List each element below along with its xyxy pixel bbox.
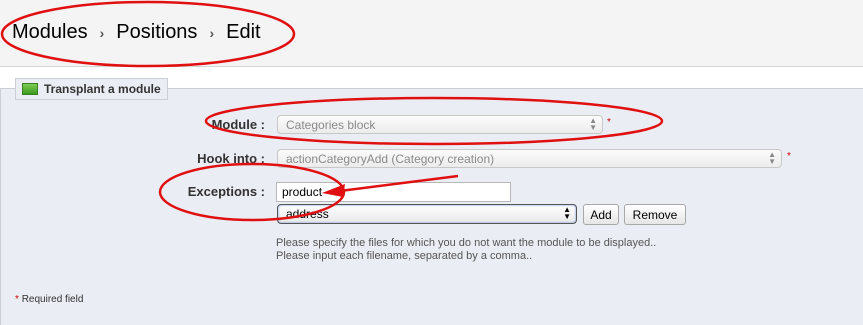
hook-select-value: actionCategoryAdd (Category creation): [286, 152, 495, 166]
remove-button[interactable]: Remove: [624, 204, 686, 225]
help-text-line-2: Please input each filename, separated by…: [276, 250, 533, 262]
panel-title: Transplant a module: [44, 82, 161, 96]
exceptions-file-select[interactable]: address ▲ ▼: [277, 204, 577, 224]
required-marker: *: [787, 151, 791, 162]
exceptions-label: Exceptions :: [187, 184, 265, 199]
add-button[interactable]: Add: [583, 204, 619, 225]
required-marker: *: [15, 294, 19, 305]
hook-select[interactable]: actionCategoryAdd (Category creation) ▲ ▼: [277, 149, 782, 168]
panel-legend: Transplant a module: [15, 78, 168, 100]
select-arrows-icon: ▲ ▼: [768, 150, 776, 166]
select-arrows-icon: ▲ ▼: [563, 205, 571, 221]
select-arrows-icon: ▲ ▼: [589, 116, 597, 132]
page-header: Modules › Positions › Edit: [0, 0, 863, 67]
help-text-line-1: Please specify the files for which you d…: [276, 237, 657, 249]
breadcrumb: Modules › Positions › Edit: [12, 21, 261, 44]
breadcrumb-separator-icon: ›: [209, 24, 215, 41]
exceptions-select-value: address: [286, 207, 329, 221]
breadcrumb-modules[interactable]: Modules: [12, 21, 88, 44]
module-icon: [22, 83, 38, 95]
module-select[interactable]: Categories block ▲ ▼: [277, 115, 603, 134]
hook-label: Hook into :: [197, 151, 265, 166]
exceptions-input[interactable]: product: [276, 182, 511, 202]
required-marker: *: [607, 117, 611, 128]
required-note-text: Required field: [21, 294, 84, 305]
module-label: Module :: [211, 117, 265, 132]
required-field-note: * Required field: [15, 294, 83, 305]
breadcrumb-separator-icon: ›: [99, 24, 105, 41]
module-select-value: Categories block: [286, 118, 376, 132]
breadcrumb-positions[interactable]: Positions: [116, 21, 197, 44]
breadcrumb-edit: Edit: [226, 21, 261, 43]
